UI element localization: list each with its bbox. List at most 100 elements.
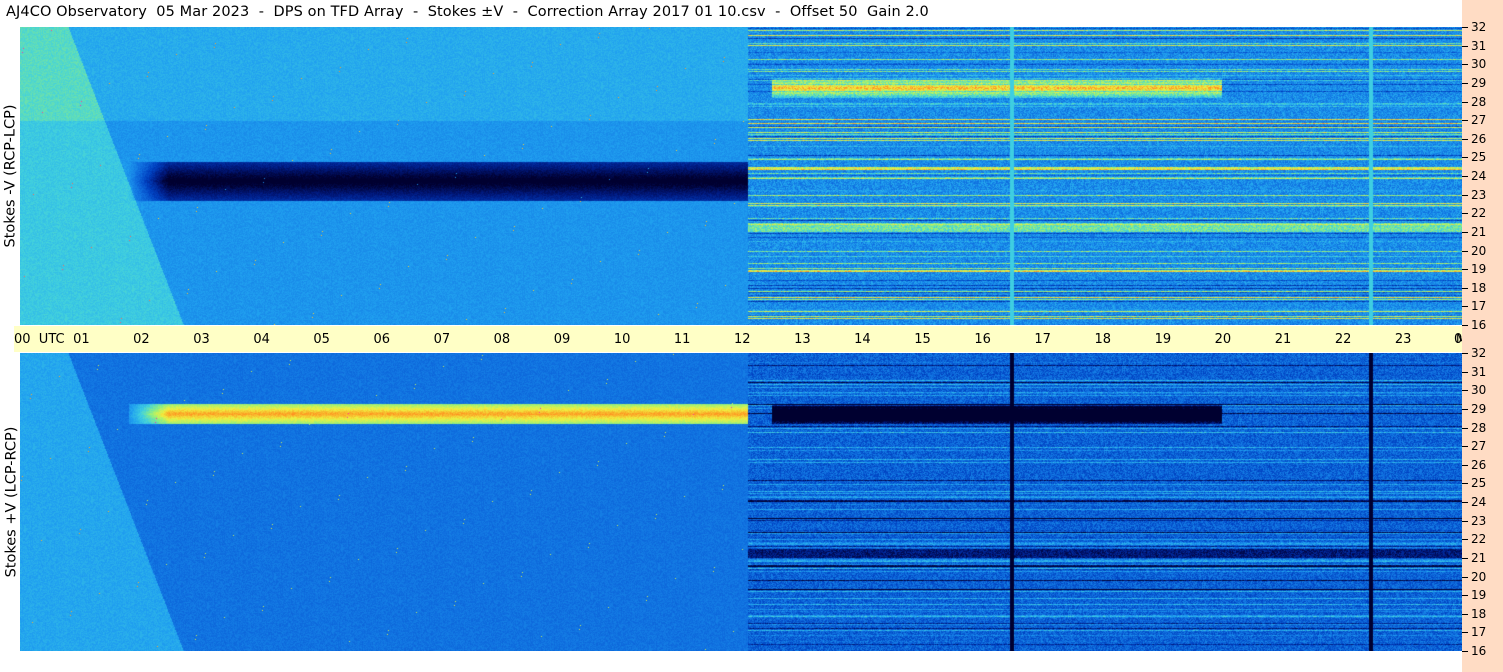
- freq-tick-mark: [1462, 558, 1468, 559]
- freq-tick-mark: [1462, 353, 1468, 354]
- freq-tick-mark: [1462, 195, 1468, 196]
- freq-tick-label: 30: [1471, 383, 1487, 397]
- time-tick-label: 13: [794, 332, 811, 347]
- freq-tick-label: 28: [1471, 421, 1487, 435]
- freq-tick-label: 28: [1471, 95, 1487, 109]
- freq-tick-mark: [1462, 139, 1468, 140]
- freq-tick-mark: [1462, 27, 1468, 28]
- freq-tick-mark: [1462, 428, 1468, 429]
- freq-tick-label: 25: [1471, 476, 1487, 490]
- time-tick-label: 19: [1154, 332, 1172, 347]
- time-tick-label: 14: [854, 332, 871, 347]
- time-tick-label: 00 UTC: [14, 332, 65, 347]
- freq-tick-mark: [1462, 157, 1468, 158]
- time-tick-label: 02: [133, 332, 150, 347]
- time-tick-label: 12: [734, 332, 751, 347]
- freq-tick-label: 16: [1471, 318, 1487, 332]
- time-tick-label: 10: [613, 332, 631, 347]
- freq-tick-mark: [1462, 595, 1468, 596]
- time-tick-label: 08: [493, 332, 511, 347]
- freq-tick-mark: [1462, 232, 1468, 233]
- freq-tick-label: 17: [1471, 625, 1487, 639]
- freq-tick-mark: [1462, 325, 1468, 326]
- time-tick-label: 06: [373, 332, 391, 347]
- freq-tick-mark: [1462, 614, 1468, 615]
- freq-tick-mark: [1462, 83, 1468, 84]
- freq-tick-label: 25: [1471, 150, 1487, 164]
- freq-tick-mark: [1462, 502, 1468, 503]
- time-tick-label: 20: [1214, 332, 1232, 347]
- heatmap-canvas-top: [20, 27, 1462, 325]
- freq-tick-mark: [1462, 288, 1468, 289]
- freq-tick-label: 18: [1471, 281, 1487, 295]
- frequency-axis: 32 31 30 29 28 27 26 25 24 23 22 21 20 19 18 17 16 32 31 30…: [1462, 0, 1503, 672]
- time-tick-label: 22: [1334, 332, 1352, 347]
- time-tick-label: 16: [974, 332, 991, 347]
- freq-tick-label: 19: [1471, 262, 1487, 276]
- time-tick-label: 21: [1274, 332, 1292, 347]
- time-tick-label: 15: [914, 332, 931, 347]
- time-tick-label: 05: [313, 332, 330, 347]
- freq-tick-label: 26: [1471, 458, 1487, 472]
- heatmap-canvas-bottom: [20, 353, 1462, 651]
- time-tick-label: 04: [253, 332, 270, 347]
- freq-tick-label: 27: [1471, 113, 1487, 127]
- freq-tick-label: 24: [1471, 169, 1487, 183]
- freq-tick-mark: [1462, 539, 1468, 540]
- freq-tick-label: 27: [1471, 439, 1487, 453]
- freq-tick-mark: [1462, 390, 1468, 391]
- freq-tick-label: 22: [1471, 206, 1487, 220]
- freq-tick-label: 21: [1471, 551, 1487, 565]
- time-tick-label: 07: [433, 332, 451, 347]
- time-tick-label: 18: [1094, 332, 1112, 347]
- freq-tick-mark: [1462, 306, 1468, 307]
- freq-tick-mark: [1462, 651, 1468, 652]
- y-axis-label-top: Stokes -V (RCP-LCP): [3, 104, 20, 248]
- time-tick-label: 03: [193, 332, 210, 347]
- freq-tick-mark: [1462, 483, 1468, 484]
- freq-tick-label: 24: [1471, 495, 1487, 509]
- spectrogram-stokes-minus-v: [20, 27, 1462, 325]
- freq-tick-mark: [1462, 446, 1468, 447]
- time-tick-label: 09: [553, 332, 571, 347]
- y-axis-label-bottom: Stokes +V (LCP-RCP): [3, 426, 19, 578]
- freq-tick-mark: [1462, 46, 1468, 47]
- freq-tick-mark: [1462, 409, 1468, 410]
- freq-tick-label: 20: [1471, 570, 1487, 584]
- freq-tick-mark: [1462, 213, 1468, 214]
- freq-tick-mark: [1462, 632, 1468, 633]
- freq-tick-label: 20: [1471, 244, 1487, 258]
- freq-tick-mark: [1462, 102, 1468, 103]
- freq-tick-label: 23: [1471, 514, 1487, 528]
- freq-tick-mark: [1462, 372, 1468, 373]
- freq-tick-mark: [1462, 251, 1468, 252]
- freq-tick-mark: [1462, 521, 1468, 522]
- freq-tick-label: 16: [1471, 644, 1487, 658]
- freq-tick-mark: [1462, 120, 1468, 121]
- freq-tick-label: 17: [1471, 299, 1487, 313]
- time-axis: 00 UTC 01 02 03 04 05 06 07 08 09 10 11 12 13 14 15 16 17…: [14, 326, 1471, 352]
- time-tick-label: 23: [1394, 332, 1412, 347]
- freq-tick-mark: [1462, 64, 1468, 65]
- time-tick-label: 11: [673, 332, 691, 347]
- chart-title: AJ4CO Observatory 05 Mar 2023 - DPS on T…: [6, 4, 929, 20]
- freq-tick-label: 32: [1471, 20, 1487, 34]
- time-tick-label: 17: [1034, 332, 1051, 347]
- freq-tick-label: 26: [1471, 132, 1487, 146]
- freq-tick-label: 31: [1471, 365, 1487, 379]
- freq-tick-label: 21: [1471, 225, 1487, 239]
- time-tick-label: 01: [73, 332, 90, 347]
- freq-tick-label: 29: [1471, 402, 1487, 416]
- freq-tick-mark: [1462, 176, 1468, 177]
- freq-tick-label: 22: [1471, 532, 1487, 546]
- freq-tick-mark: [1462, 465, 1468, 466]
- freq-tick-label: 23: [1471, 188, 1487, 202]
- freq-tick-mark: [1462, 269, 1468, 270]
- freq-tick-label: 32: [1471, 346, 1487, 360]
- freq-tick-label: 29: [1471, 76, 1487, 90]
- spectrogram-stokes-plus-v: [20, 353, 1462, 651]
- freq-tick-mark: [1462, 577, 1468, 578]
- freq-tick-label: 18: [1471, 607, 1487, 621]
- freq-tick-label: 30: [1471, 57, 1487, 71]
- freq-tick-label: 31: [1471, 39, 1487, 53]
